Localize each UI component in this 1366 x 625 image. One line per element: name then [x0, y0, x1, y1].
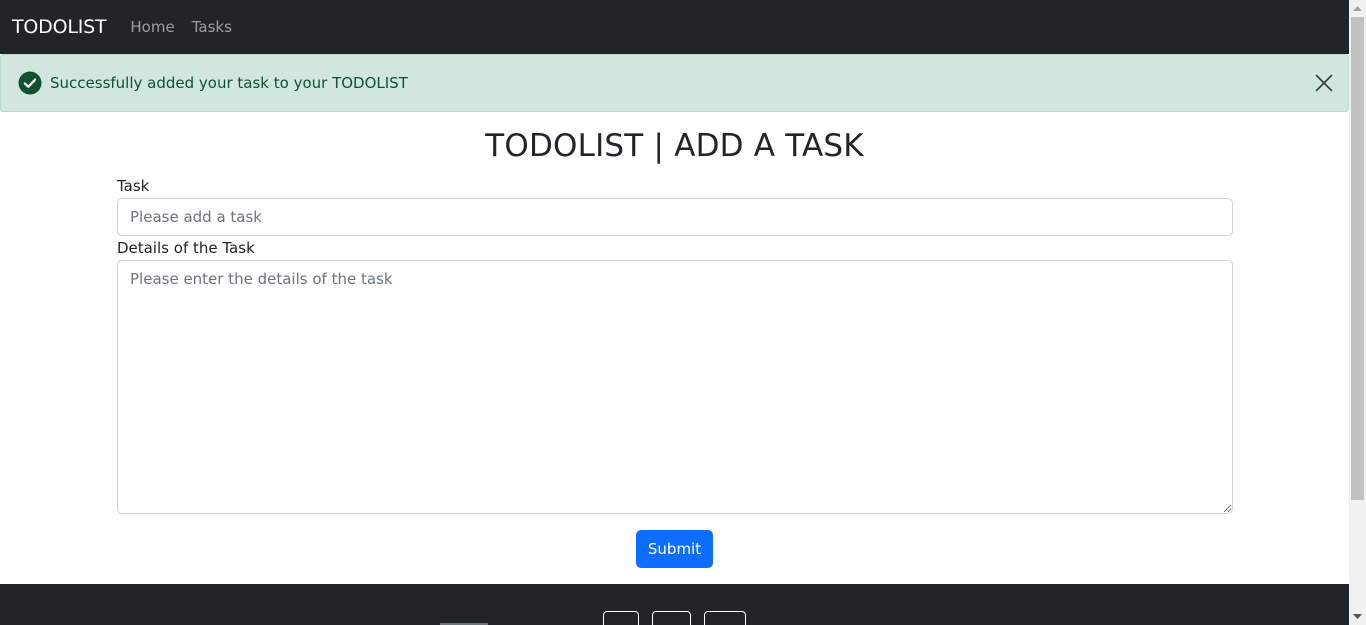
- details-label: Details of the Task: [117, 239, 255, 257]
- close-icon[interactable]: [1315, 74, 1333, 92]
- nav-link-home[interactable]: Home: [130, 18, 174, 36]
- task-label: Task: [117, 177, 150, 195]
- page: TODOLIST Home Tasks Successfully added y…: [0, 0, 1366, 625]
- details-textarea[interactable]: [117, 260, 1233, 514]
- footer-social-button-2[interactable]: [652, 611, 691, 625]
- footer-social-button-3[interactable]: [704, 611, 746, 625]
- scroll-up-arrow-icon[interactable]: [1349, 0, 1366, 17]
- footer-social-button-1[interactable]: [603, 611, 639, 625]
- footer: [0, 584, 1349, 625]
- scroll-thumb[interactable]: [1351, 17, 1364, 500]
- submit-button[interactable]: Submit: [636, 530, 713, 568]
- task-input[interactable]: [117, 198, 1233, 236]
- scroll-down-arrow-icon[interactable]: [1349, 608, 1366, 625]
- check-circle-icon: [18, 71, 42, 95]
- vertical-scrollbar[interactable]: [1349, 0, 1366, 625]
- content-area: TODOLIST Home Tasks Successfully added y…: [0, 0, 1349, 625]
- navbar: TODOLIST Home Tasks: [0, 0, 1349, 54]
- alert-message: Successfully added your task to your TOD…: [50, 74, 408, 92]
- success-alert: Successfully added your task to your TOD…: [0, 54, 1349, 112]
- navbar-brand[interactable]: TODOLIST: [12, 16, 107, 38]
- page-title: TODOLIST | ADD A TASK: [485, 128, 864, 164]
- nav-link-tasks[interactable]: Tasks: [192, 18, 232, 36]
